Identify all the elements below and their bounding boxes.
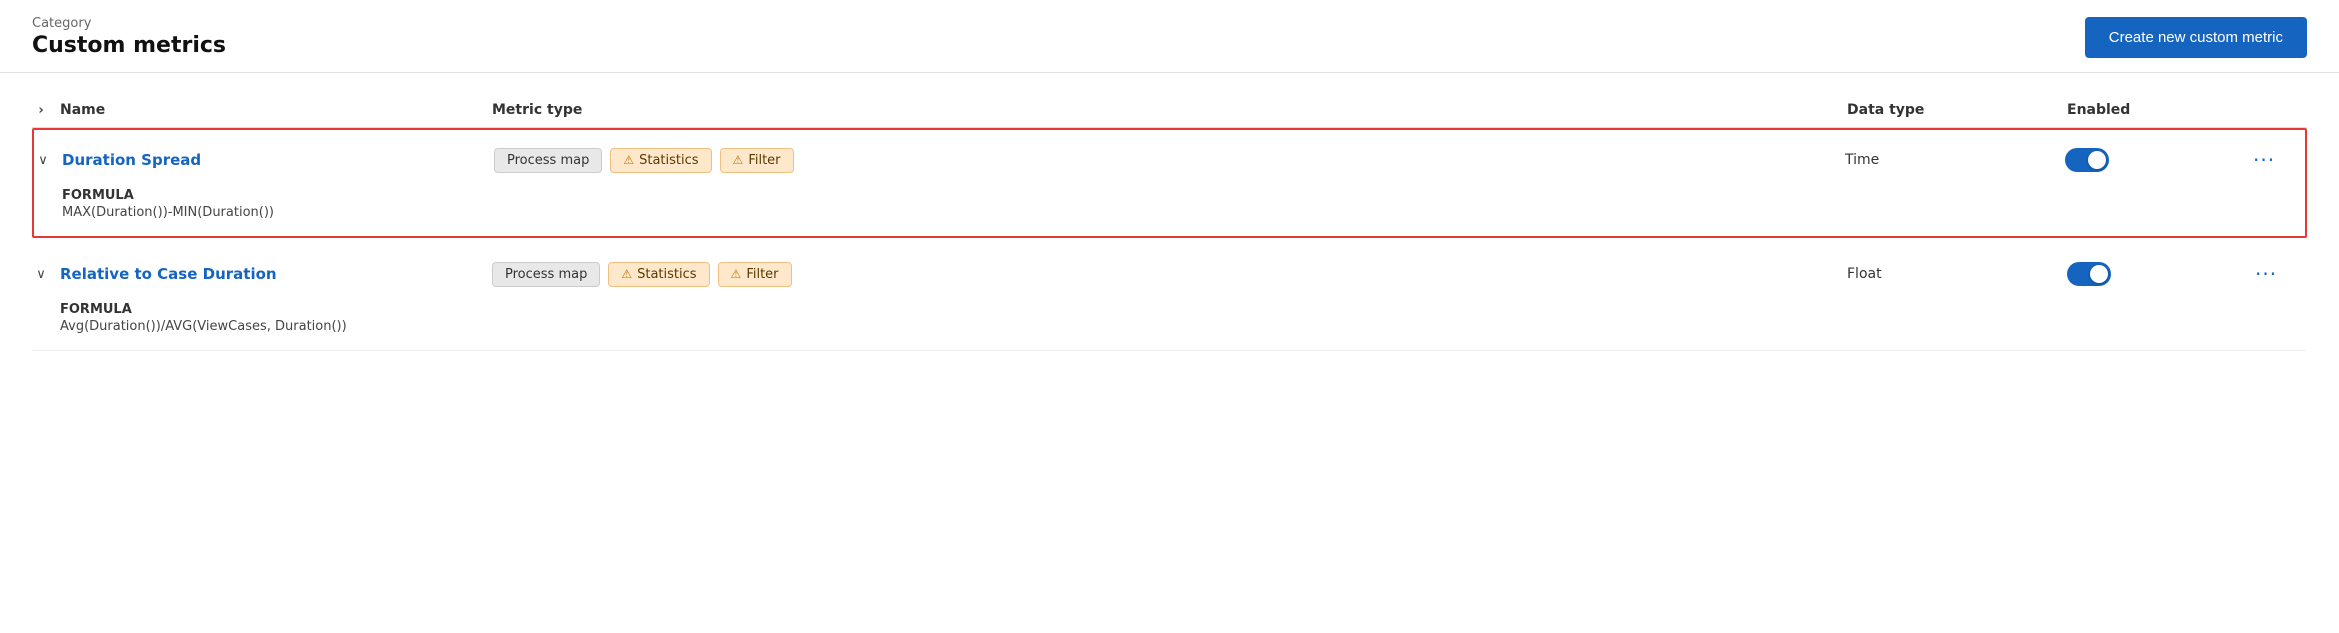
badge-process-map-1: Process map (494, 148, 602, 173)
col-header-name: Name (60, 102, 105, 118)
badge-filter-1-label: Filter (748, 153, 780, 168)
enabled-cell-duration-spread (2065, 148, 2245, 172)
collapse-relative-to-case-duration-button[interactable]: ∨ (32, 267, 50, 282)
warning-icon-statistics-1: ⚠ (623, 153, 634, 167)
formula-duration-spread: FORMULA MAX(Duration())-MIN(Duration()) (34, 184, 2305, 236)
formula-label-relative-to-case-duration: FORMULA (60, 302, 2307, 317)
metric-name-cell-relative-to-case-duration: ∨ Relative to Case Duration (32, 265, 492, 283)
toggle-thumb-relative-to-case-duration (2090, 265, 2108, 283)
formula-value-relative-to-case-duration: Avg(Duration())/AVG(ViewCases, Duration(… (60, 319, 2307, 334)
metric-main-duration-spread: ∨ Duration Spread Process map ⚠ Statisti… (34, 130, 2305, 184)
badge-statistics-2: ⚠ Statistics (608, 262, 709, 287)
toggle-relative-to-case-duration[interactable] (2067, 262, 2111, 286)
warning-icon-filter-1: ⚠ (733, 153, 744, 167)
data-type-duration-spread: Time (1845, 152, 2065, 168)
metric-name-cell-duration-spread: ∨ Duration Spread (34, 151, 494, 169)
more-options-relative-to-case-duration[interactable]: ··· (2247, 258, 2307, 290)
badge-process-map-1-label: Process map (507, 153, 589, 168)
metric-name-duration-spread[interactable]: Duration Spread (62, 151, 201, 169)
formula-relative-to-case-duration: FORMULA Avg(Duration())/AVG(ViewCases, D… (32, 298, 2307, 350)
create-custom-metric-button[interactable]: Create new custom metric (2085, 17, 2307, 58)
badge-statistics-1-label: Statistics (639, 153, 698, 168)
badge-statistics-2-label: Statistics (637, 267, 696, 282)
metric-type-cell-relative-to-case-duration: Process map ⚠ Statistics ⚠ Filter (492, 262, 1847, 287)
badge-process-map-2: Process map (492, 262, 600, 287)
metric-name-relative-to-case-duration[interactable]: Relative to Case Duration (60, 265, 277, 283)
warning-icon-statistics-2: ⚠ (621, 267, 632, 281)
metric-main-relative-to-case-duration: ∨ Relative to Case Duration Process map … (32, 242, 2307, 298)
badge-process-map-2-label: Process map (505, 267, 587, 282)
metric-row-duration-spread: ∨ Duration Spread Process map ⚠ Statisti… (32, 128, 2307, 238)
col-header-data-type: Data type (1847, 102, 2067, 118)
header-left: Category Custom metrics (32, 16, 226, 58)
collapse-duration-spread-button[interactable]: ∨ (34, 153, 52, 168)
page-header: Category Custom metrics Create new custo… (0, 0, 2339, 73)
col-header-enabled: Enabled (2067, 102, 2247, 118)
category-label: Category (32, 16, 226, 31)
badge-filter-2-label: Filter (746, 267, 778, 282)
metric-type-cell-duration-spread: Process map ⚠ Statistics ⚠ Filter (494, 148, 1845, 173)
toggle-duration-spread[interactable] (2065, 148, 2109, 172)
metrics-table: › Name Metric type Data type Enabled ∨ D… (0, 73, 2339, 383)
page-title: Custom metrics (32, 33, 226, 58)
data-type-relative-to-case-duration: Float (1847, 266, 2067, 282)
badge-statistics-1: ⚠ Statistics (610, 148, 711, 173)
col-header-metric-type: Metric type (492, 102, 1847, 118)
expand-all-icon[interactable]: › (32, 101, 50, 119)
metric-row-relative-to-case-duration: ∨ Relative to Case Duration Process map … (32, 242, 2307, 351)
table-column-headers: › Name Metric type Data type Enabled (32, 93, 2307, 128)
badge-filter-1: ⚠ Filter (720, 148, 794, 173)
more-options-duration-spread[interactable]: ··· (2245, 144, 2305, 176)
badge-filter-2: ⚠ Filter (718, 262, 792, 287)
col-header-name-group: › Name (32, 101, 492, 119)
toggle-thumb-duration-spread (2088, 151, 2106, 169)
formula-value-duration-spread: MAX(Duration())-MIN(Duration()) (62, 205, 2305, 220)
formula-label-duration-spread: FORMULA (62, 188, 2305, 203)
enabled-cell-relative-to-case-duration (2067, 262, 2247, 286)
warning-icon-filter-2: ⚠ (731, 267, 742, 281)
